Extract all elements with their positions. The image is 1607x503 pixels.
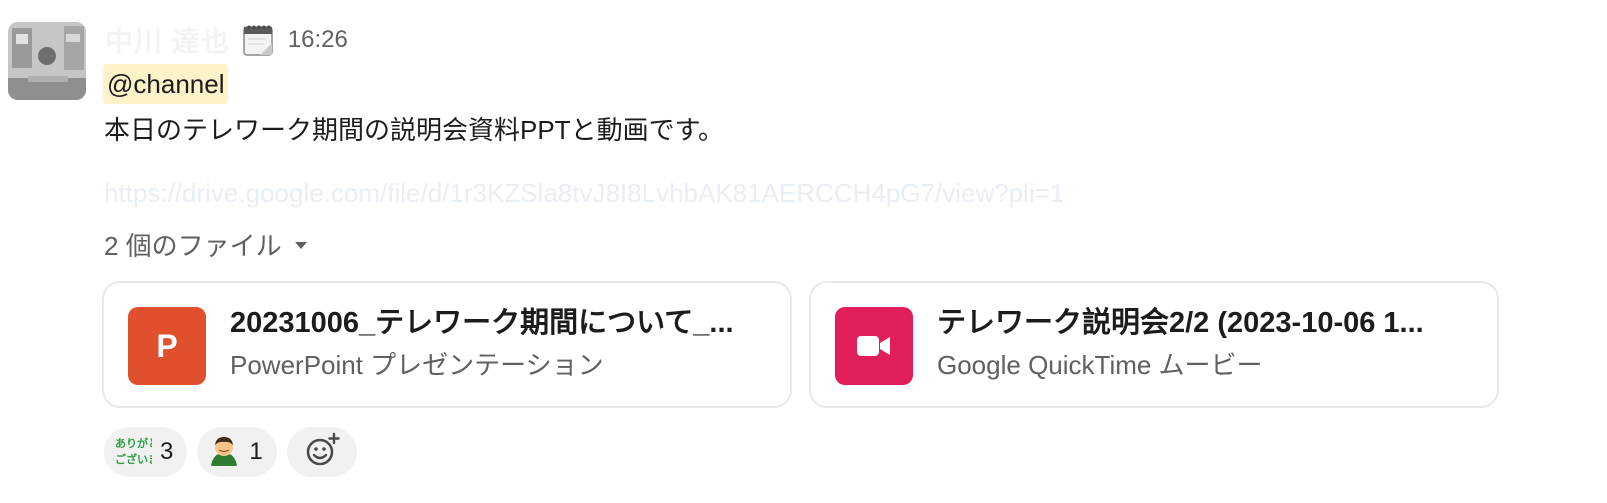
reaction-arigatou[interactable]: ありがとう ございます 3 [104,427,188,477]
file-type: PowerPoint プレゼンテーション [230,350,604,380]
file-name[interactable]: 20231006_テレワーク期間について_... [230,303,760,343]
file-card-video[interactable]: テレワーク説明会2/2 (2023-10-06 1... Google Quic… [809,281,1499,408]
reaction-count: 1 [249,438,263,465]
drive-link[interactable]: https://drive.google.com/file/d/1r3KZSla… [104,175,1064,211]
calendar-icon [242,23,274,57]
add-reaction-button[interactable] [286,427,357,477]
timestamp[interactable]: 16:26 [288,26,348,54]
video-icon [835,307,913,385]
file-card-powerpoint[interactable]: P 20231006_テレワーク期間について_... PowerPoint プレ… [102,281,792,408]
avatar-photo [8,22,86,100]
sender-name[interactable]: 中川 達也 [105,20,230,60]
svg-text:ございます: ございます [115,452,152,466]
channel-mention[interactable]: @channel [103,64,229,104]
svg-text:ありがとう: ありがとう [115,436,152,450]
files-toggle-label: 2 個のファイル [104,231,282,261]
files-toggle[interactable]: 2 個のファイル [104,228,308,264]
message-text: 本日のテレワーク期間の説明会資料PPTと動画です。 [104,115,724,145]
reactions-bar: ありがとう ございます 3 1 [104,427,357,477]
reaction-man-bowing[interactable]: 1 [197,427,277,477]
avatar[interactable] [8,22,86,100]
file-name[interactable]: テレワーク説明会2/2 (2023-10-06 1... [937,303,1467,343]
powerpoint-icon: P [128,307,206,385]
man-bowing-emoji [207,433,241,472]
reaction-count: 3 [160,438,174,465]
message-header: 中川 達也 16:26 [105,18,348,62]
file-type: Google QuickTime ムービー [937,350,1263,380]
add-reaction-icon [304,432,340,473]
arigatou-gozaimasu-emoji: ありがとう ございます [114,432,170,473]
caret-down-icon [294,241,308,251]
powerpoint-icon-glyph: P [156,327,178,364]
